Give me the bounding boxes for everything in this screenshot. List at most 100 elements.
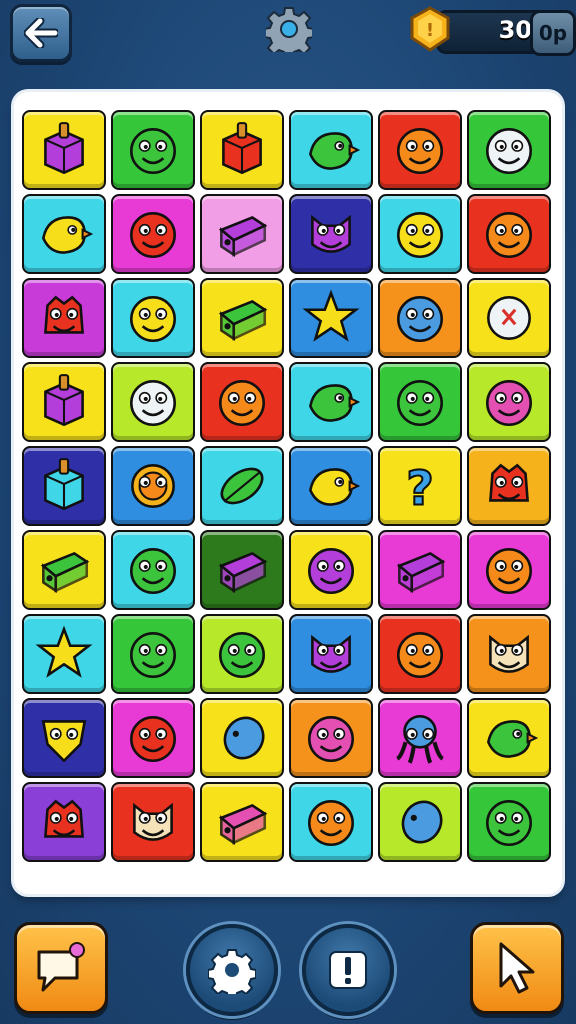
tile-r3-c4[interactable] — [289, 278, 373, 358]
purple-cube-icon — [218, 552, 268, 594]
tile-r5-c1[interactable] — [22, 446, 106, 526]
question-mark-icon: ? — [405, 461, 435, 517]
green-bird-icon — [486, 720, 539, 758]
tile-r1-c4[interactable] — [289, 110, 373, 190]
tile-r7-c4[interactable] — [289, 614, 373, 694]
tile-r6-c2[interactable] — [111, 530, 195, 610]
tile-r4-c4[interactable] — [289, 362, 373, 442]
blue-blob-icon — [397, 296, 443, 343]
gold-coin-icon: ! — [410, 6, 450, 52]
tile-r2-c3[interactable] — [200, 194, 284, 274]
cream-cat-icon — [489, 634, 529, 673]
orange-blob-icon — [308, 800, 354, 847]
tile-r5-c4[interactable] — [289, 446, 373, 526]
tile-r8-c2[interactable] — [111, 698, 195, 778]
tile-r3-c3[interactable] — [200, 278, 284, 358]
tile-r9-c2[interactable] — [111, 782, 195, 862]
tile-r4-c3[interactable] — [200, 362, 284, 442]
cursor-arrow-icon — [499, 942, 535, 994]
tile-r9-c4[interactable] — [289, 782, 373, 862]
purple-box-icon — [44, 122, 84, 175]
exclamation-icon — [329, 951, 367, 989]
blue-fish-icon — [223, 716, 265, 760]
tile-r3-c2[interactable] — [111, 278, 195, 358]
green-bird-icon — [308, 132, 361, 170]
settings-button-top[interactable] — [264, 4, 314, 54]
green-blob-icon — [486, 800, 532, 847]
tile-r4-c6[interactable] — [467, 362, 551, 442]
back-button[interactable] — [10, 4, 72, 62]
red-monster-icon — [44, 295, 84, 334]
settings-button[interactable] — [186, 924, 278, 1016]
tile-r6-c3[interactable] — [200, 530, 284, 610]
arrow-left-icon — [24, 18, 58, 48]
orange-blob-icon — [486, 548, 532, 595]
tile-r2-c4[interactable] — [289, 194, 373, 274]
tile-r9-c6[interactable] — [467, 782, 551, 862]
tile-r2-c1[interactable] — [22, 194, 106, 274]
green-pencil-icon — [40, 552, 90, 594]
tile-r6-c4[interactable] — [289, 530, 373, 610]
tile-r3-c6[interactable] — [467, 278, 551, 358]
purple-cat-icon — [311, 214, 351, 253]
tile-r1-c1[interactable] — [22, 110, 106, 190]
tile-r4-c5[interactable] — [378, 362, 462, 442]
tile-r8-c6[interactable] — [467, 698, 551, 778]
tile-r3-c1[interactable] — [22, 278, 106, 358]
tile-r1-c5[interactable] — [378, 110, 462, 190]
orange-blob-icon — [397, 632, 443, 679]
green-blob-icon — [130, 128, 176, 175]
tile-r7-c2[interactable] — [111, 614, 195, 694]
tile-r8-c5[interactable] — [378, 698, 462, 778]
yellow-star-icon — [302, 289, 360, 342]
tile-r5-c6[interactable] — [467, 446, 551, 526]
tile-r5-c2[interactable] — [111, 446, 195, 526]
purple-cat-icon — [311, 634, 351, 673]
tile-r8-c1[interactable] — [22, 698, 106, 778]
tile-r3-c5[interactable] — [378, 278, 462, 358]
tile-r5-c3[interactable] — [200, 446, 284, 526]
chat-button[interactable] — [14, 922, 108, 1014]
tile-r6-c6[interactable] — [467, 530, 551, 610]
tile-r6-c5[interactable] — [378, 530, 462, 610]
green-pencil-icon — [218, 300, 268, 342]
orange-sun-icon — [131, 464, 175, 508]
tile-r9-c1[interactable] — [22, 782, 106, 862]
tile-r9-c5[interactable] — [378, 782, 462, 862]
alert-button[interactable] — [302, 924, 394, 1016]
tile-r5-c5[interactable]: ? — [378, 446, 462, 526]
tile-r4-c2[interactable] — [111, 362, 195, 442]
pink-cube-icon — [218, 804, 268, 846]
tile-r2-c2[interactable] — [111, 194, 195, 274]
tile-r7-c5[interactable] — [378, 614, 462, 694]
pink-blob-icon — [308, 716, 354, 763]
tile-r1-c3[interactable] — [200, 110, 284, 190]
svg-text:!: ! — [426, 20, 434, 41]
green-bird-icon — [308, 384, 361, 422]
tile-r2-c6[interactable] — [467, 194, 551, 274]
tile-r2-c5[interactable] — [378, 194, 462, 274]
tile-r1-c6[interactable] — [467, 110, 551, 190]
red-box-icon — [222, 122, 262, 175]
purple-box-icon — [44, 374, 84, 427]
gear-icon — [208, 949, 256, 994]
yellow-shield-icon — [41, 720, 87, 763]
pointer-button[interactable] — [470, 922, 564, 1014]
purple-pencil-icon — [396, 552, 446, 594]
coin-unit-badge[interactable]: 0p — [530, 10, 576, 56]
tile-r1-c2[interactable] — [111, 110, 195, 190]
pink-blob-icon — [486, 380, 532, 427]
tile-r4-c1[interactable] — [22, 362, 106, 442]
gear-icon — [266, 7, 312, 52]
tile-r8-c4[interactable] — [289, 698, 373, 778]
cream-cat-icon — [133, 802, 173, 841]
cyan-box-icon — [44, 458, 84, 511]
tile-r6-c1[interactable] — [22, 530, 106, 610]
tile-r8-c3[interactable] — [200, 698, 284, 778]
tile-r7-c1[interactable] — [22, 614, 106, 694]
tile-r7-c6[interactable] — [467, 614, 551, 694]
yellow-star-icon — [35, 625, 93, 678]
coin-value: 30 — [498, 16, 532, 44]
tile-r9-c3[interactable] — [200, 782, 284, 862]
tile-r7-c3[interactable] — [200, 614, 284, 694]
